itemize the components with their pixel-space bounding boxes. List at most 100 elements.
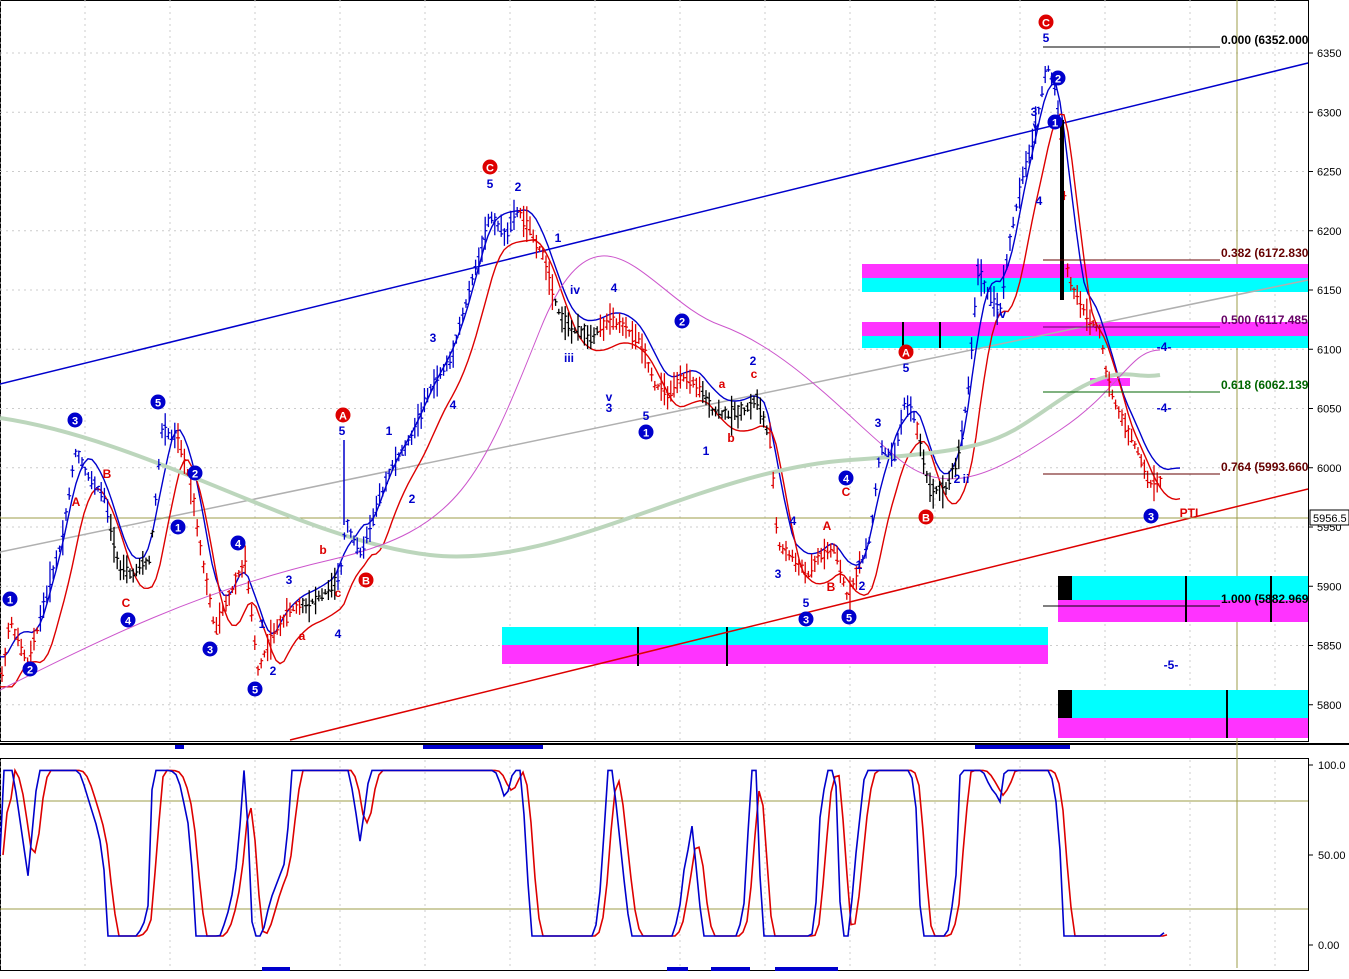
wave-marker: 5 xyxy=(841,609,857,625)
wave-label: b xyxy=(727,431,734,445)
wave-marker: 3 xyxy=(1143,508,1159,524)
price-bar xyxy=(684,363,689,390)
price-bar xyxy=(777,542,782,551)
grid xyxy=(0,0,1349,971)
price-bar xyxy=(67,487,72,500)
zone-magenta xyxy=(502,645,1048,664)
price-bar xyxy=(761,411,766,428)
price-bar xyxy=(115,551,120,570)
price-bar xyxy=(784,540,788,562)
wave-label: ii xyxy=(963,472,970,486)
y-tick-label: 6300 xyxy=(1317,107,1341,119)
price-bar xyxy=(1008,233,1012,251)
y-tick-label: 6350 xyxy=(1317,48,1341,60)
price-bar xyxy=(259,658,264,669)
wave-label: c xyxy=(751,367,758,381)
price-bar xyxy=(211,616,216,625)
price-bar xyxy=(182,448,187,474)
price-bar xyxy=(518,207,523,219)
fib-label-0.500: 0.500 (6117.485 xyxy=(1221,313,1308,327)
wave-label: 4 xyxy=(1036,194,1043,208)
price-bar xyxy=(697,376,702,398)
price-bar xyxy=(1011,216,1016,229)
price-bar xyxy=(553,298,558,306)
price-bar xyxy=(35,627,40,634)
price-bar xyxy=(1014,203,1019,212)
signal-bar xyxy=(711,967,750,971)
price-bar xyxy=(1155,472,1160,493)
price-bar xyxy=(636,332,641,344)
price-bar xyxy=(310,598,315,604)
price-bar xyxy=(588,324,593,350)
price-bar xyxy=(179,440,184,458)
y-tick-label: 6250 xyxy=(1317,167,1341,179)
price-bar xyxy=(515,206,520,218)
wave-label: 3 xyxy=(1031,105,1038,119)
wave-label: 2 xyxy=(859,579,866,593)
price-bar xyxy=(496,220,500,232)
wave-label: 3 xyxy=(430,331,437,345)
price-bar xyxy=(380,486,385,497)
wave-marker: C xyxy=(1038,14,1054,30)
wave-circle-label: 3 xyxy=(1148,512,1154,524)
wave-marker: 1 xyxy=(2,591,18,607)
wave-label: 4 xyxy=(790,514,797,528)
wave-label: 5 xyxy=(643,409,650,423)
wave-circle-label: 3 xyxy=(72,416,78,428)
wave-label: -4- xyxy=(1157,401,1172,415)
price-bar xyxy=(320,588,324,602)
wave-marker: 4 xyxy=(120,612,136,628)
price-bar xyxy=(652,380,657,391)
price-bar xyxy=(812,555,817,572)
wave-circle-label: 2 xyxy=(192,469,198,481)
wave-circle-label: 1 xyxy=(1052,118,1058,130)
price-bar xyxy=(841,577,846,587)
fib-label-1.000: 1.000 (5882.969 xyxy=(1221,592,1309,606)
y-tick-label: 6100 xyxy=(1317,344,1341,356)
wave-circle-label: 1 xyxy=(175,523,181,535)
wave-circle-label: 4 xyxy=(125,616,132,628)
price-bar xyxy=(1145,470,1150,489)
price-bar xyxy=(1020,166,1025,185)
wave-marker: B xyxy=(918,509,934,525)
wave-marker: 1 xyxy=(170,519,186,535)
price-bar xyxy=(176,423,180,454)
zone-magenta xyxy=(1058,718,1308,738)
wave-label: 1 xyxy=(856,558,863,572)
price-bar xyxy=(822,538,827,570)
stoch-panel-frame xyxy=(0,758,1309,971)
price-bar xyxy=(768,422,772,449)
wave-marker: 3 xyxy=(202,641,218,657)
wave-circle-label: 1 xyxy=(643,428,649,440)
wave-marker: 4 xyxy=(230,535,246,551)
wave-circle-label: 2 xyxy=(1055,74,1061,86)
wave-label: 2 xyxy=(409,492,416,506)
wave-marker: 5 xyxy=(150,394,166,410)
stochastic-panel: 100.0 50.00 0.00 xyxy=(0,759,1349,972)
price-bar xyxy=(972,297,977,318)
price-bar xyxy=(646,361,651,373)
price-bar xyxy=(595,326,600,336)
signal-bar xyxy=(262,967,290,971)
signal-bar xyxy=(175,745,184,749)
wave-marker: 2 xyxy=(674,313,690,329)
price-bar xyxy=(252,635,257,651)
wave-circle-label: 4 xyxy=(843,474,850,486)
price-bar xyxy=(201,560,206,574)
price-bars xyxy=(0,65,1163,683)
price-bar xyxy=(928,472,932,502)
price-bar xyxy=(512,199,516,231)
signal-bar xyxy=(423,745,543,749)
chart-svg: 0.000 (6352.000 0.382 (6172.830 0.500 (611… xyxy=(0,0,1349,972)
wave-circle-label: 2 xyxy=(679,317,685,329)
price-bar xyxy=(838,559,843,584)
price-bar xyxy=(592,327,596,345)
wave-label: 3 xyxy=(286,573,293,587)
price-bar xyxy=(867,536,872,545)
wave-label: C xyxy=(842,485,851,499)
price-bar xyxy=(534,234,539,259)
wave-label: v xyxy=(1033,119,1040,133)
price-bar xyxy=(243,545,248,574)
wave-circle-label: 3 xyxy=(803,615,809,627)
wave-label: 1 xyxy=(555,231,562,245)
